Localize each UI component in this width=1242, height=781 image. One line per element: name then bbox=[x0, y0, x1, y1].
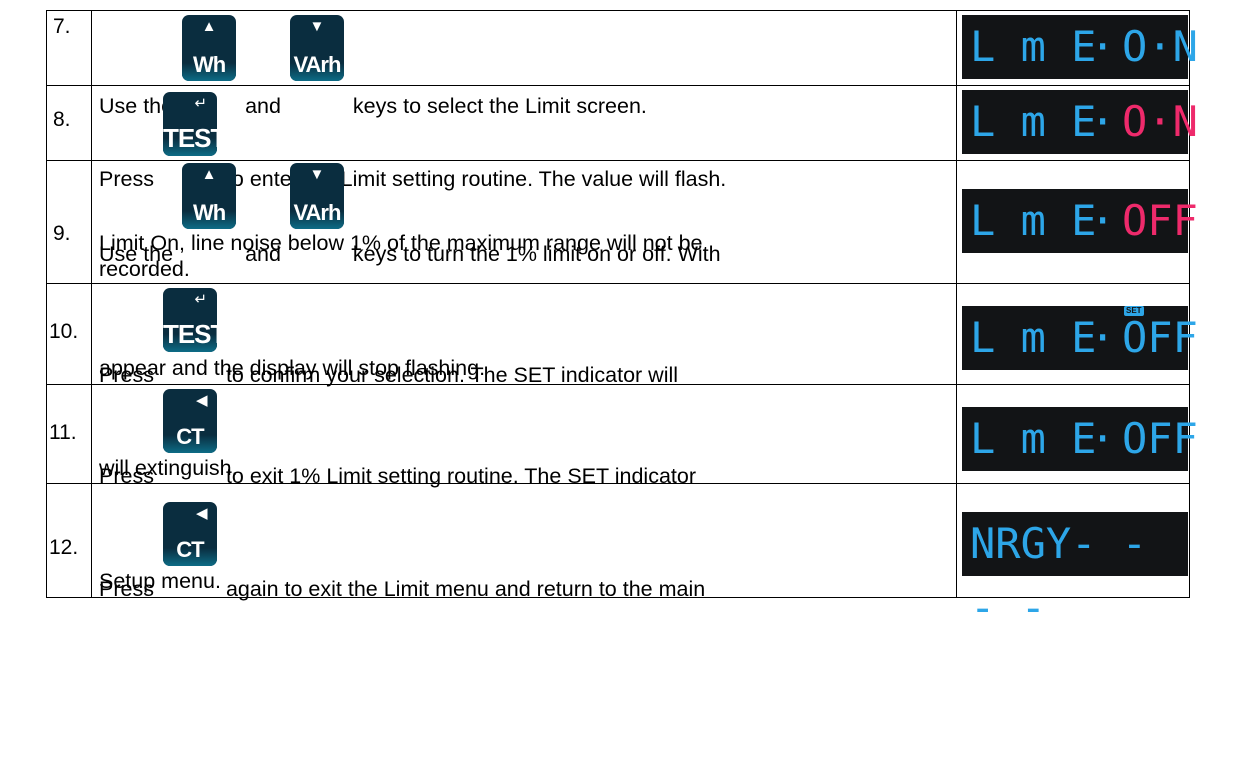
ct-left-key-icon: ◀ CT bbox=[162, 389, 217, 453]
lcd-dot: · bbox=[1090, 97, 1116, 146]
step-description-cell: Press ◀ CT to exit 1% Limit setting rout… bbox=[91, 384, 957, 488]
step-continuation: will extinguish. bbox=[99, 456, 238, 480]
step-number-cell: 11. bbox=[46, 384, 92, 484]
lcd-value: OFF bbox=[1122, 313, 1198, 362]
wh-up-key-icon: ▲ Wh bbox=[182, 15, 237, 81]
ct-left-key-icon: ◀ CT bbox=[162, 502, 217, 566]
varh-down-key-icon: ▼ VArh bbox=[289, 163, 344, 229]
display-cell: L m E · O·N bbox=[956, 85, 1198, 161]
lcd-display: L m E · O·N bbox=[962, 90, 1198, 154]
lcd-display: L m E · SET OFF bbox=[962, 306, 1198, 370]
test-enter-key-icon: ↵ TEST bbox=[162, 288, 217, 352]
step-number: 8. bbox=[53, 108, 71, 131]
step-description-cell: Use the ▲ Wh and ▼ VArh keys to select t… bbox=[91, 10, 957, 118]
step-description-cell: Press ↵ TEST to enter the Limit setting … bbox=[91, 85, 957, 191]
table-row: 11. Press ◀ CT to exit 1% Limit setting … bbox=[46, 384, 1198, 488]
steps-table: 7. Use the ▲ Wh and ▼ VArh keys to selec… bbox=[46, 10, 1198, 632]
lcd-value: OFF bbox=[1122, 196, 1198, 245]
table-row: 10. Press ↵ TEST to confirm your selecti… bbox=[46, 283, 1198, 387]
step-number-cell: 9. bbox=[46, 160, 92, 284]
lcd-label: L m E bbox=[970, 313, 1097, 362]
step-number: 9. bbox=[53, 222, 71, 245]
display-cell: L m E · O·N bbox=[956, 10, 1198, 86]
table-row: 8. Press ↵ TEST to enter the Limit setti… bbox=[46, 85, 1198, 191]
lcd-label: L m E bbox=[970, 97, 1097, 146]
step-number: 7. bbox=[53, 15, 71, 38]
lcd-display: L m E · OFF bbox=[962, 407, 1198, 471]
varh-down-key-icon: ▼ VArh bbox=[289, 15, 344, 81]
wh-up-key-icon: ▲ Wh bbox=[182, 163, 237, 229]
table-row: 7. Use the ▲ Wh and ▼ VArh keys to selec… bbox=[46, 10, 1198, 118]
lcd-display: L m E · OFF bbox=[962, 189, 1198, 253]
step-description-cell: Press ◀ CT again to exit the Limit menu … bbox=[91, 483, 957, 601]
display-cell: L m E · OFF bbox=[956, 160, 1198, 284]
lcd-display: NRGY- - - - bbox=[962, 512, 1188, 632]
test-enter-key-icon: ↵ TEST bbox=[162, 92, 217, 156]
step-continuation: Limit On, line noise below 1% of the max… bbox=[99, 231, 703, 281]
display-cell: L m E · SET OFF bbox=[956, 283, 1198, 385]
lcd-dot: · bbox=[1090, 196, 1116, 245]
step-number: 12. bbox=[49, 536, 79, 559]
step-number: 11. bbox=[49, 421, 77, 444]
lcd-value: O·N bbox=[1122, 97, 1198, 146]
step-description-cell: Press ↵ TEST to confirm your selection. … bbox=[91, 283, 957, 387]
step-description-cell: Use the ▲ Wh and ▼ VArh keys to turn the… bbox=[91, 160, 957, 284]
lcd-label: L m E bbox=[970, 414, 1097, 463]
step-number-cell: 12. bbox=[46, 483, 92, 598]
lcd-label: NRGY- - - - bbox=[970, 519, 1148, 632]
step-number-cell: 7. bbox=[46, 10, 92, 86]
table-row: 12. Press ◀ CT again to exit the Limit m… bbox=[46, 483, 1190, 632]
step-continuation: Setup menu. bbox=[99, 569, 221, 593]
lcd-dot: · bbox=[1090, 414, 1116, 463]
step-number: 10. bbox=[49, 320, 79, 343]
table-row: 9. Use the ▲ Wh and ▼ VArh keys to turn … bbox=[46, 160, 1198, 284]
step-number-cell: 8. bbox=[46, 85, 92, 161]
display-cell: NRGY- - - - bbox=[956, 483, 1190, 632]
lcd-value: OFF bbox=[1122, 414, 1198, 463]
lcd-dot: · bbox=[1090, 313, 1116, 362]
step-number-cell: 10. bbox=[46, 283, 92, 385]
lcd-value: O·N bbox=[1122, 22, 1198, 71]
lcd-label: L m E bbox=[970, 22, 1097, 71]
lcd-dot: · bbox=[1090, 22, 1116, 71]
step-continuation: appear and the display will stop flashin… bbox=[99, 356, 486, 380]
lcd-label: L m E bbox=[970, 196, 1097, 245]
lcd-display: L m E · O·N bbox=[962, 15, 1198, 79]
display-cell: L m E · OFF bbox=[956, 384, 1198, 484]
